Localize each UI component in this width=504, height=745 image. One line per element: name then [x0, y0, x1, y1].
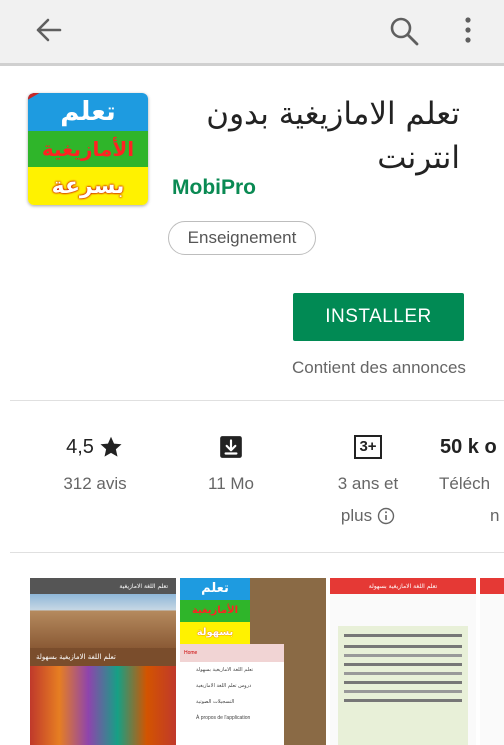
screenshot-3-header: تعلم اللغة الامازيغية بسهولة	[330, 578, 476, 594]
downloads-line-2: n	[490, 506, 500, 525]
divider	[10, 552, 504, 553]
category-chip[interactable]: Enseignement	[168, 221, 316, 255]
search-icon	[390, 17, 419, 46]
age-line-1: 3 ans et	[337, 474, 399, 493]
age-badge: 3+	[354, 435, 382, 459]
nav-drawer: Home تعلم اللغة الامازيغية بسهولة دروس ت…	[180, 644, 284, 745]
lesson-text-block	[338, 626, 468, 745]
screenshot-2-logo: تعلم الأمازيغية بسهولة	[180, 578, 250, 648]
info-icon[interactable]	[377, 507, 395, 525]
screenshot-1-header: تعلم اللغة الامازيغية	[30, 578, 176, 594]
downloads-value: 50 k o	[440, 435, 497, 458]
age-line-2: plus	[340, 506, 373, 525]
rating-count: 312 avis	[63, 474, 127, 493]
screenshot-1[interactable]: تعلم اللغة الامازيغية تعلم اللغة الامازي…	[30, 578, 176, 745]
rating-stat[interactable]: 4,5 312 avis	[40, 432, 150, 500]
carpets-photo	[30, 666, 176, 745]
top-app-bar	[0, 0, 504, 66]
screenshot-carousel[interactable]: تعلم اللغة الامازيغية تعلم اللغة الامازي…	[0, 578, 504, 745]
rating-value: 4,5	[66, 435, 94, 458]
search-button[interactable]	[385, 10, 425, 50]
screenshot-4[interactable]	[480, 578, 504, 745]
app-title: تعلم الامازيغية بدون انترنت	[206, 96, 460, 176]
back-button[interactable]	[30, 10, 74, 50]
app-icon-line-3: بسرعة	[28, 167, 148, 205]
star-icon	[100, 436, 122, 457]
developer-link[interactable]: MobiPro	[172, 176, 256, 200]
downloads-stat: 50 k o Téléch n	[439, 432, 504, 532]
screenshot-2[interactable]: تعلم الأمازيغية بسهولة Home تعلم اللغة ا…	[180, 578, 326, 745]
age-rating-stat[interactable]: 3+ 3 ans et plus	[308, 432, 428, 532]
install-button[interactable]: INSTALLER	[293, 293, 464, 341]
app-icon-line-2: الأمازيغية	[28, 131, 148, 167]
download-icon	[220, 436, 242, 458]
size-value: 11 Mo	[208, 474, 254, 493]
app-icon-line-1: تعلم	[28, 93, 148, 131]
ads-notice: Contient des annonces	[292, 358, 466, 377]
screenshot-4-header	[480, 578, 504, 594]
screenshot-3[interactable]: تعلم اللغة الامازيغية بسهولة	[330, 578, 476, 745]
kasbah-photo	[30, 594, 176, 648]
overflow-menu-button[interactable]	[456, 10, 480, 50]
downloads-line-1: Téléch	[439, 474, 491, 493]
divider	[10, 400, 504, 401]
more-vert-icon	[465, 17, 471, 43]
arrow-back-icon	[36, 18, 62, 42]
app-icon: تعلم الأمازيغية بسرعة FREE 2018	[28, 93, 148, 205]
size-stat: 11 Mo	[176, 432, 286, 500]
screenshot-1-caption: تعلم اللغة الامازيغية بسهولة	[30, 648, 176, 666]
